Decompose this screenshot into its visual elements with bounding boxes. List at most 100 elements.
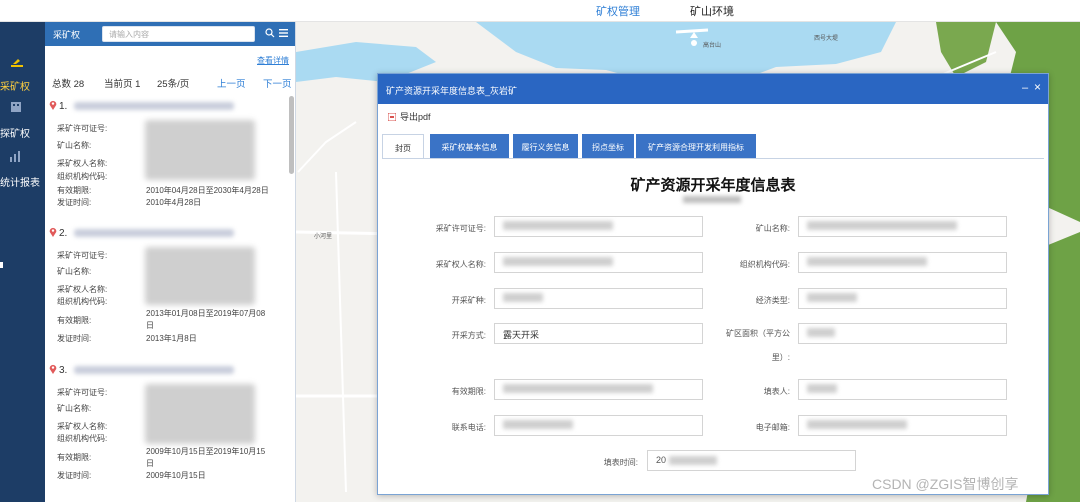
value-period: 2009年10月15日至2019年10月15	[146, 447, 266, 456]
field-owner: 采矿权人名称:	[57, 285, 108, 294]
road-ne	[297, 121, 357, 173]
field-mine: 矿山名称:	[57, 404, 92, 413]
map-marker-dot	[691, 40, 697, 46]
building-icon	[11, 102, 21, 112]
list-item[interactable]: 1. 采矿许可证号: 矿山名称: 采矿权人名称: 组织机构代码: 有效期限: 发…	[45, 100, 290, 230]
search-icon[interactable]	[265, 28, 275, 38]
nav-item-statistics[interactable]: 统计报表	[0, 150, 45, 190]
menu-icon[interactable]	[279, 29, 288, 37]
dialog-tabs: 封页 采矿权基本信息 履行义务信息 拐点坐标 矿产资源合理开发利用指标	[382, 134, 1044, 159]
input-email[interactable]	[798, 415, 1007, 436]
road-lake	[675, 28, 709, 34]
record-index: 3.	[49, 364, 67, 376]
list-panel-header: 采矿权 请输入内容	[45, 22, 295, 46]
label-econ: 经济类型:	[755, 296, 790, 305]
value-period: 2013年01月08日至2019年07月08	[146, 309, 266, 318]
next-page-button[interactable]: 下一页	[263, 76, 292, 90]
label-mine: 矿山名称:	[755, 224, 790, 233]
value-period-cont: 日	[146, 459, 154, 468]
input-mineral[interactable]	[494, 288, 703, 309]
input-filler[interactable]	[798, 379, 1007, 400]
input-org[interactable]	[798, 252, 1007, 273]
value-period-cont: 日	[146, 321, 154, 330]
time-value: 20	[656, 455, 667, 465]
field-license: 采矿许可证号:	[57, 388, 108, 397]
input-period[interactable]	[494, 379, 703, 400]
form-title: 矿产资源开采年度信息表	[630, 177, 796, 194]
label-license: 采矿许可证号:	[435, 224, 486, 233]
tab-basic-info[interactable]: 采矿权基本信息	[430, 134, 509, 158]
page-size: 25条/页	[157, 79, 190, 90]
record-name-redacted	[74, 229, 234, 237]
value-period: 2010年04月28日至2030年4月28日	[146, 186, 269, 195]
dialog-title: 矿产资源开采年度信息表_灰岩矿	[386, 86, 518, 96]
input-owner[interactable]	[494, 252, 703, 273]
input-time[interactable]: 20	[647, 450, 856, 471]
redacted-block	[145, 247, 255, 305]
close-icon[interactable]: ×	[1034, 80, 1041, 94]
list-scrollbar[interactable]	[289, 96, 294, 174]
field-license: 采矿许可证号:	[57, 124, 108, 133]
tab-utilization[interactable]: 矿产资源合理开发利用指标	[636, 134, 756, 158]
prev-page-button[interactable]: 上一页	[217, 76, 246, 90]
field-org: 组织机构代码:	[57, 172, 108, 181]
view-detail-link[interactable]: 查看详情	[257, 55, 289, 66]
map-label-xiaohe: 小河里	[314, 234, 333, 240]
total-count: 总数 28	[52, 79, 85, 90]
input-econ[interactable]	[798, 288, 1007, 309]
field-mine: 矿山名称:	[57, 267, 92, 276]
record-index: 2.	[49, 227, 67, 239]
list-item[interactable]: 3. 采矿许可证号: 矿山名称: 采矿权人名称: 组织机构代码: 有效期限: 发…	[45, 364, 290, 502]
nav-item-mining-rights[interactable]: 采矿权	[0, 56, 45, 93]
label-email: 电子邮箱:	[755, 423, 790, 432]
field-org: 组织机构代码:	[57, 434, 108, 443]
current-page: 当前页 1	[104, 79, 141, 90]
record-index: 1.	[49, 100, 67, 112]
list-item[interactable]: 2. 采矿许可证号: 矿山名称: 采矿权人名称: 组织机构代码: 有效期限: 发…	[45, 227, 290, 367]
left-nav: 采矿权 探矿权 统计报表	[0, 22, 45, 502]
pagination: 总数 28 当前页 1 25条/页 上一页 下一页	[52, 76, 292, 90]
collapse-handle[interactable]	[0, 262, 3, 268]
minimize-icon[interactable]: –	[1022, 82, 1028, 94]
field-owner: 采矿权人名称:	[57, 422, 108, 431]
search-input[interactable]: 请输入内容	[102, 26, 255, 42]
field-issue: 发证时间:	[57, 334, 92, 343]
field-period: 有效期限:	[57, 453, 92, 462]
record-list: 1. 采矿许可证号: 矿山名称: 采矿权人名称: 组织机构代码: 有效期限: 发…	[45, 96, 296, 502]
chart-icon	[10, 151, 20, 162]
tab-obligation[interactable]: 履行义务信息	[513, 134, 578, 158]
label-mineral: 开采矿种:	[451, 296, 486, 305]
input-phone[interactable]	[494, 415, 703, 436]
redacted-block	[145, 120, 255, 180]
record-name-redacted	[74, 102, 234, 110]
watermark: CSDN @ZGIS智博创享	[872, 476, 1019, 492]
nav-item-exploration-rights[interactable]: 探矿权	[0, 100, 45, 140]
label-org: 组织机构代码:	[739, 260, 790, 269]
field-issue: 发证时间:	[57, 471, 92, 480]
value-issue: 2009年10月15日	[146, 471, 206, 480]
input-method[interactable]: 露天开采	[494, 323, 703, 344]
map-label-gaotaishan: 高台山	[703, 43, 722, 49]
list-panel-title: 采矿权	[53, 30, 81, 40]
road-vertical	[335, 171, 347, 493]
tab-mining-rights[interactable]: 矿权管理	[596, 3, 640, 19]
label-area: 矿区面积（平方公	[726, 329, 790, 338]
field-period: 有效期限:	[57, 316, 92, 325]
label-method: 开采方式:	[451, 331, 486, 340]
pdf-icon	[388, 113, 396, 121]
label-filler: 填表人:	[763, 387, 790, 396]
input-area[interactable]	[798, 323, 1007, 344]
export-pdf-button[interactable]: 导出pdf	[388, 110, 431, 123]
tab-coordinates[interactable]: 拐点坐标	[582, 134, 634, 158]
tab-cover[interactable]: 封页	[382, 134, 424, 158]
location-pin-icon	[49, 100, 57, 110]
redacted-block	[145, 384, 255, 444]
mining-icon	[11, 59, 23, 67]
tab-mine-environment[interactable]: 矿山环境	[690, 3, 734, 19]
map-label-xihao: 西号大堤	[814, 36, 839, 42]
input-license[interactable]	[494, 216, 703, 237]
dialog-header[interactable]: 矿产资源开采年度信息表_灰岩矿 – ×	[378, 74, 1048, 104]
info-dialog: 矿产资源开采年度信息表_灰岩矿 – × 导出pdf 封页 采矿权基本信息 履行义…	[377, 73, 1049, 495]
label-owner: 采矿权人名称:	[435, 260, 486, 269]
input-mine[interactable]	[798, 216, 1007, 237]
